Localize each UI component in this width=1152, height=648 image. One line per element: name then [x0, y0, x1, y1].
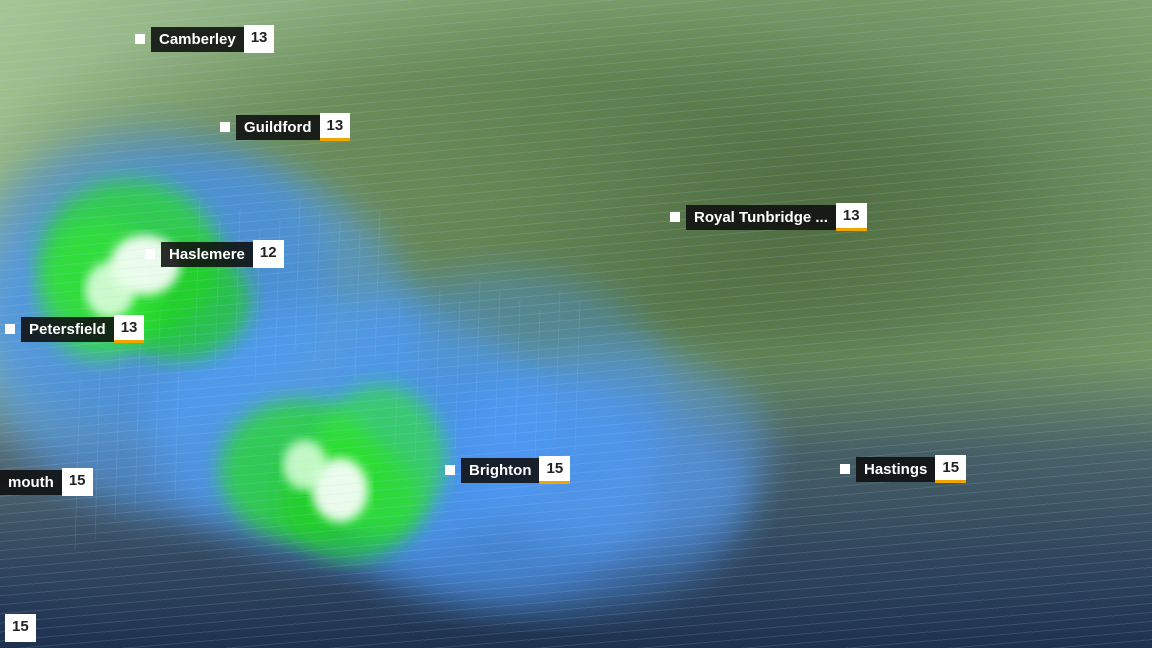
location-petersfield[interactable]: Petersfield 13 [5, 315, 144, 343]
location-partial: 15 [5, 614, 36, 642]
royal-tunbridge-name: Royal Tunbridge ... [686, 205, 836, 230]
partial-temp: 15 [5, 614, 36, 642]
petersfield-temp: 13 [114, 315, 145, 343]
location-dot-haslemere [145, 249, 155, 259]
hastings-temp: 15 [935, 455, 966, 483]
location-brighton[interactable]: Brighton 15 [445, 456, 570, 484]
guildford-temp: 13 [320, 113, 351, 141]
location-camberley[interactable]: Camberley 13 [135, 25, 274, 53]
haslemere-name: Haslemere [161, 242, 253, 267]
location-hastings[interactable]: Hastings 15 [840, 455, 966, 483]
camberley-temp: 13 [244, 25, 275, 53]
petersfield-name: Petersfield [21, 317, 114, 342]
location-dot-guildford [220, 122, 230, 132]
location-dot-petersfield [5, 324, 15, 334]
location-dot-royal-tunbridge [670, 212, 680, 222]
location-dot-camberley [135, 34, 145, 44]
brighton-temp: 15 [539, 456, 570, 484]
location-dot-hastings [840, 464, 850, 474]
location-royal-tunbridge[interactable]: Royal Tunbridge ... 13 [670, 203, 867, 231]
location-haslemere[interactable]: Haslemere 12 [145, 240, 284, 268]
bournemouth-temp: 15 [62, 468, 93, 496]
bournemouth-name: mouth [0, 470, 62, 495]
royal-tunbridge-temp: 13 [836, 203, 867, 231]
haslemere-temp: 12 [253, 240, 284, 268]
location-guildford[interactable]: Guildford 13 [220, 113, 350, 141]
guildford-name: Guildford [236, 115, 320, 140]
location-bournemouth[interactable]: mouth 15 [0, 468, 93, 496]
brighton-name: Brighton [461, 458, 539, 483]
rain-streaks-overlay [0, 0, 1152, 648]
camberley-name: Camberley [151, 27, 244, 52]
location-dot-brighton [445, 465, 455, 475]
weather-map: Camberley 13 Guildford 13 Haslemere 12 P… [0, 0, 1152, 648]
hastings-name: Hastings [856, 457, 935, 482]
